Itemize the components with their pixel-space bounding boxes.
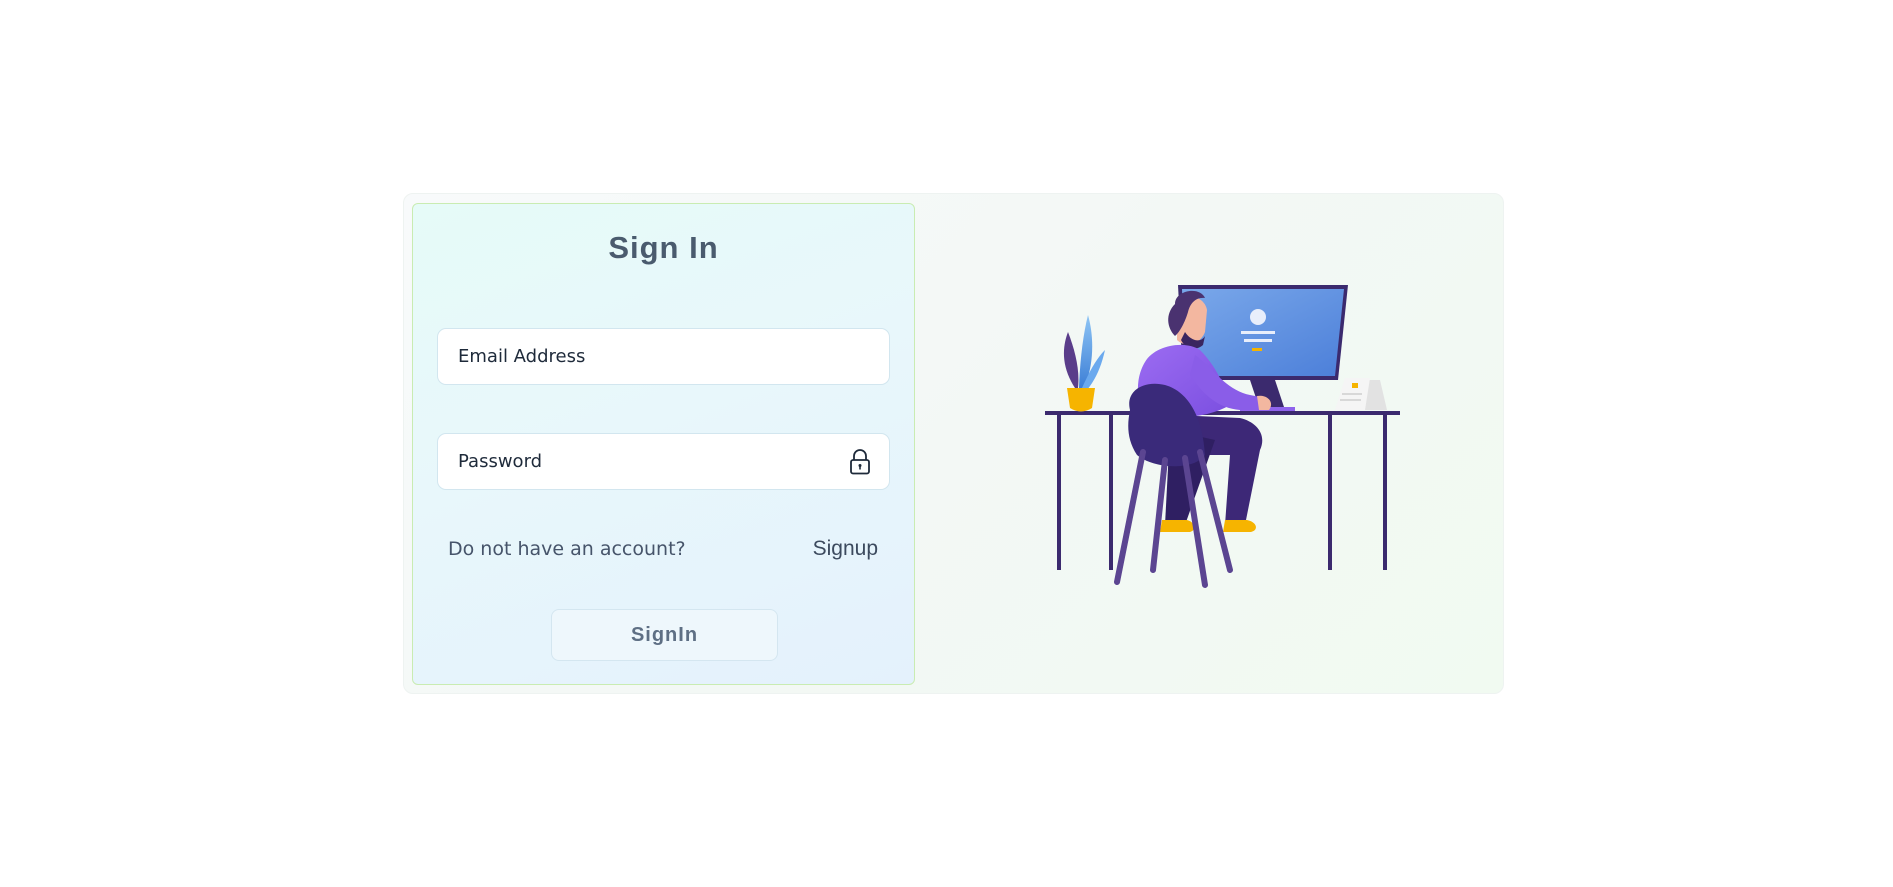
- no-account-text: Do not have an account?: [448, 538, 686, 560]
- lock-icon: [850, 449, 870, 475]
- signup-link[interactable]: Signup: [813, 537, 878, 561]
- password-field-wrapper: [437, 433, 890, 490]
- signin-button[interactable]: SignIn: [551, 609, 778, 661]
- desk-calendar: [1335, 378, 1387, 410]
- email-input[interactable]: [458, 329, 838, 384]
- email-field-wrapper: [437, 328, 890, 385]
- page-title: Sign In: [608, 230, 719, 265]
- signup-prompt: Do not have an account? Signup: [448, 534, 878, 564]
- person-at-desk-illustration: [1045, 285, 1400, 588]
- signin-form-panel: Sign In Do not have an account? Signup S…: [412, 203, 915, 685]
- potted-plant: [1063, 315, 1105, 412]
- password-input[interactable]: [458, 434, 838, 489]
